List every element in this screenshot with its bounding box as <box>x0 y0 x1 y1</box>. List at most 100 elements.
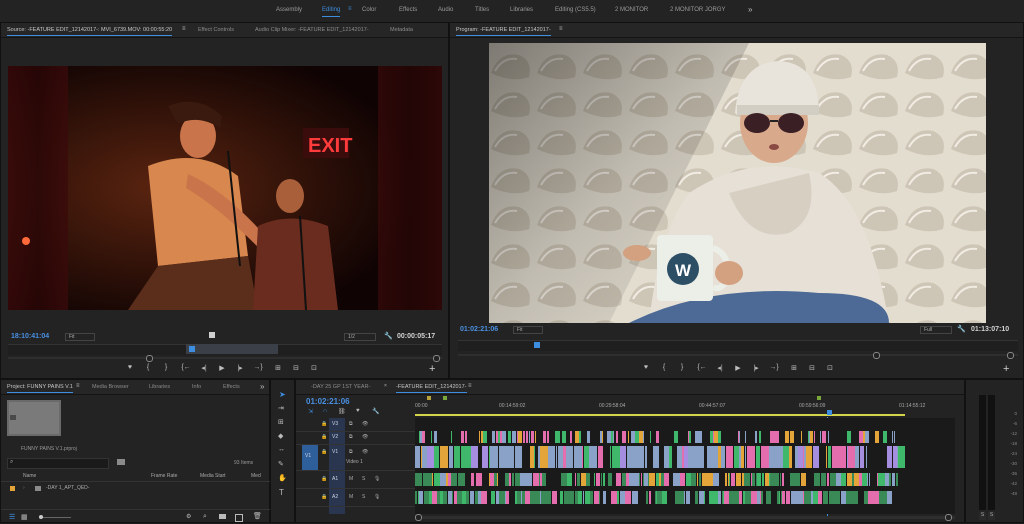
program-menu-icon[interactable]: ≡ <box>559 26 563 32</box>
timeline-clip[interactable] <box>616 473 621 486</box>
lock-icon[interactable]: 🔒 <box>321 421 327 427</box>
timeline-clip[interactable] <box>779 431 782 443</box>
timeline-clip[interactable] <box>887 446 892 468</box>
go-to-in-icon[interactable]: {← <box>181 364 191 371</box>
timeline-clip[interactable] <box>557 473 560 486</box>
timeline-clip[interactable] <box>626 431 627 443</box>
timeline-clip[interactable] <box>589 446 597 468</box>
timeline-clip[interactable] <box>696 446 704 468</box>
timeline-clip[interactable] <box>729 473 730 486</box>
lock-icon[interactable]: 🔒 <box>321 494 327 500</box>
timeline-clip[interactable] <box>612 446 620 468</box>
timeline-clip[interactable] <box>651 431 655 443</box>
timeline-clip[interactable] <box>434 446 439 468</box>
tab-info[interactable]: Info <box>192 384 201 390</box>
track-v1[interactable]: 🔒 V1 ⧉ 👁 Video 1 <box>296 444 415 471</box>
track-v2[interactable]: 🔒 V2 ⧉ 👁 <box>296 431 415 445</box>
program-settings-icon[interactable]: 🔧 <box>957 325 966 333</box>
timeline-clip[interactable] <box>807 473 813 486</box>
timeline-clip[interactable] <box>454 446 460 468</box>
timeline-clip[interactable] <box>476 431 478 443</box>
eye-icon[interactable]: 👁 <box>362 434 368 440</box>
timeline-menu-icon[interactable]: ≡ <box>468 383 472 389</box>
timeline-clip[interactable] <box>421 473 422 486</box>
timeline-clip[interactable] <box>518 431 522 443</box>
timeline-clip[interactable] <box>649 473 655 486</box>
workspace-titles[interactable]: Titles <box>475 7 489 13</box>
timeline-clip[interactable] <box>586 473 590 486</box>
column-media-start[interactable]: Media Start <box>200 473 226 479</box>
workspace-2-monitor-jorgy[interactable]: 2 MONITOR JORGY <box>670 7 726 13</box>
timeline-clip[interactable] <box>470 491 474 504</box>
timeline-clip[interactable] <box>867 473 868 486</box>
timeline-clip[interactable] <box>427 431 430 443</box>
timeline-clip[interactable] <box>425 431 426 443</box>
tab-audio-clip-mixer[interactable]: Audio Clip Mixer: -FEATURE EDIT_12142017… <box>255 27 369 33</box>
timeline-clip[interactable] <box>702 431 705 443</box>
slip-tool-icon[interactable]: ↔ <box>278 446 285 453</box>
timeline-clip[interactable] <box>512 431 516 443</box>
timeline-clip[interactable] <box>838 446 846 468</box>
timeline-clip[interactable] <box>515 446 522 468</box>
timeline-clip[interactable] <box>627 446 634 468</box>
timeline-clip[interactable] <box>601 473 602 486</box>
program-playhead[interactable] <box>534 342 540 348</box>
timeline-clip[interactable] <box>892 431 893 443</box>
timeline-clip[interactable] <box>848 446 855 468</box>
timeline-clip[interactable] <box>603 446 610 468</box>
timeline-clip[interactable] <box>465 431 467 443</box>
timeline-clip[interactable] <box>523 431 525 443</box>
lock-icon[interactable]: 🔒 <box>321 449 327 455</box>
timeline-clip[interactable] <box>506 491 509 504</box>
timeline-clip[interactable] <box>822 431 826 443</box>
timeline-clip[interactable] <box>828 446 831 468</box>
timeline-clip[interactable] <box>898 473 901 486</box>
timeline-clip[interactable] <box>591 431 594 443</box>
timeline-clip[interactable] <box>747 446 755 468</box>
source-playhead[interactable] <box>189 346 195 352</box>
program-go-to-in-icon[interactable]: {← <box>697 364 707 371</box>
timeline-clip[interactable] <box>744 473 750 486</box>
timeline-clip[interactable] <box>782 491 785 504</box>
hand-tool-icon[interactable]: ✋ <box>278 474 287 482</box>
timeline-clip[interactable] <box>596 473 600 486</box>
timeline-clip[interactable] <box>811 431 813 443</box>
timeline-clip[interactable] <box>591 491 593 504</box>
timeline-clip[interactable] <box>745 446 746 468</box>
timeline-clip[interactable] <box>879 446 886 468</box>
program-mark-out-icon[interactable]: } <box>677 364 687 371</box>
timeline-clip[interactable] <box>721 446 725 468</box>
timeline-clip[interactable] <box>419 491 423 504</box>
timeline-clip[interactable] <box>574 446 582 468</box>
timeline-clip[interactable] <box>570 491 574 504</box>
timeline-clip[interactable] <box>789 446 792 468</box>
timeline-clip[interactable] <box>591 473 593 486</box>
timeline-clip[interactable] <box>707 431 708 443</box>
timeline-clip[interactable] <box>606 491 610 504</box>
eye-icon[interactable]: 👁 <box>362 421 368 427</box>
slider-handle[interactable] <box>39 515 43 519</box>
timeline-clip[interactable] <box>684 491 685 504</box>
program-add-marker-icon[interactable]: ♥ <box>641 364 651 371</box>
step-back-icon[interactable]: ◂| <box>199 364 209 372</box>
timeline-clip[interactable] <box>860 491 863 504</box>
project-search-input[interactable]: ⌕ <box>7 458 109 469</box>
timeline-clip[interactable] <box>780 473 781 486</box>
project-menu-icon[interactable]: ≡ <box>76 383 80 389</box>
program-zoom-bar[interactable] <box>458 352 1018 359</box>
timeline-clip[interactable] <box>818 491 822 504</box>
timeline-clip[interactable] <box>415 431 417 443</box>
timeline-clip[interactable] <box>769 446 777 468</box>
timeline-clip[interactable] <box>508 431 511 443</box>
timeline-clip[interactable] <box>646 491 648 504</box>
timeline-clip[interactable] <box>806 446 812 468</box>
timeline-ruler[interactable]: 00:00 00:14:59:02 00:29:58:04 00:44:57:0… <box>415 396 959 418</box>
go-to-out-icon[interactable]: →} <box>253 364 263 371</box>
timeline-clip[interactable] <box>603 473 605 486</box>
timeline-clip[interactable] <box>526 473 532 486</box>
tab-effect-controls[interactable]: Effect Controls <box>198 27 234 33</box>
timeline-clip[interactable] <box>451 431 452 443</box>
timeline-clip[interactable] <box>438 431 442 443</box>
list-view-icon[interactable]: ☰ <box>9 513 15 521</box>
timeline-clip[interactable] <box>499 446 506 468</box>
